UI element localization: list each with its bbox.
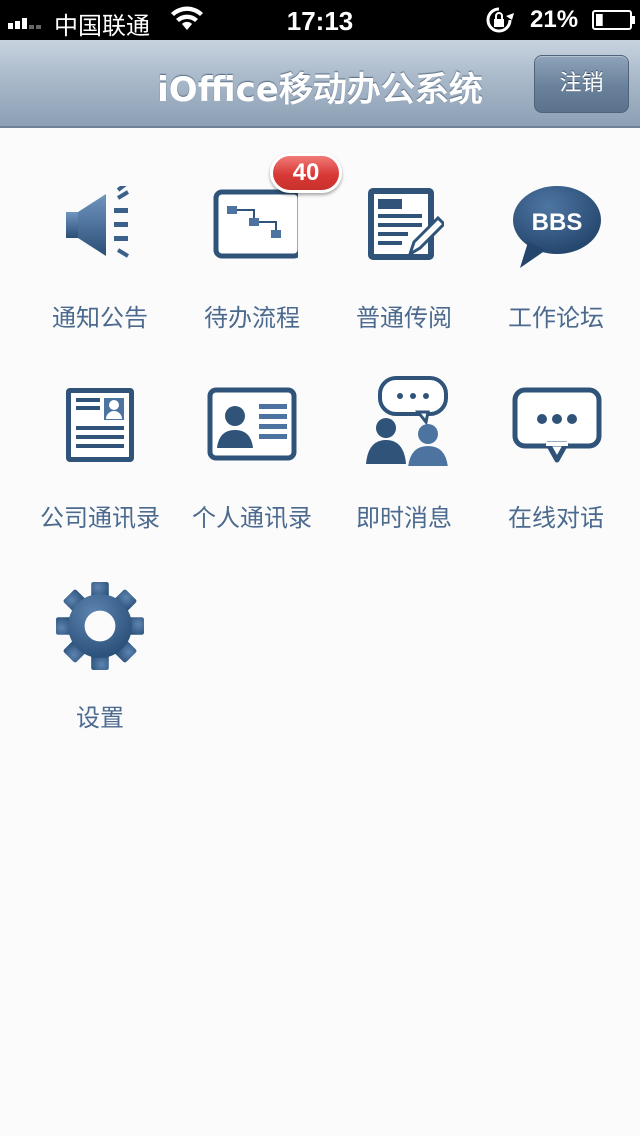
menu-item-settings[interactable]: 设置 bbox=[24, 582, 176, 766]
chat-bubble-icon bbox=[512, 387, 602, 463]
menu-item-online-chat[interactable]: 在线对话 bbox=[480, 386, 632, 566]
menu-item-label: 个人通讯录 bbox=[192, 504, 312, 532]
menu-item-circulation[interactable]: 普通传阅 bbox=[328, 186, 480, 366]
company-contacts-icon bbox=[66, 388, 134, 462]
menu-item-label: 通知公告 bbox=[52, 304, 148, 332]
instant-message-icon bbox=[366, 376, 448, 466]
menu-item-label: 工作论坛 bbox=[508, 304, 604, 332]
menu-item-notices[interactable]: 通知公告 bbox=[24, 186, 176, 366]
pending-count-badge: 40 bbox=[270, 153, 342, 193]
gear-icon bbox=[56, 582, 144, 670]
menu-item-label: 设置 bbox=[76, 704, 124, 732]
navigation-bar: iOffice移动办公系统 注销 bbox=[0, 40, 640, 128]
document-edit-icon bbox=[368, 188, 444, 260]
menu-item-label: 普通传阅 bbox=[356, 304, 452, 332]
menu-item-company-contacts[interactable]: 公司通讯录 bbox=[24, 386, 176, 566]
menu-item-forum[interactable]: BBS 工作论坛 bbox=[480, 186, 632, 366]
battery-percent: 21% bbox=[530, 6, 579, 33]
menu-item-label: 在线对话 bbox=[508, 504, 604, 532]
workflow-icon bbox=[213, 189, 298, 259]
personal-card-icon bbox=[207, 387, 297, 461]
status-bar: 中国联通 17:13 21% bbox=[0, 0, 640, 40]
bbs-text: BBS bbox=[532, 209, 583, 236]
menu-item-personal-contacts[interactable]: 个人通讯录 bbox=[176, 386, 328, 566]
menu-item-label: 即时消息 bbox=[356, 504, 452, 532]
menu-item-label: 公司通讯录 bbox=[40, 504, 160, 532]
logout-button[interactable]: 注销 bbox=[534, 55, 629, 113]
menu-item-pending-workflow[interactable]: 待办流程 bbox=[176, 186, 328, 366]
rotation-lock-icon bbox=[486, 7, 514, 33]
speaker-icon bbox=[66, 186, 130, 258]
battery-icon bbox=[592, 10, 635, 30]
menu-item-label: 待办流程 bbox=[204, 304, 300, 332]
bbs-bubble-icon: BBS bbox=[513, 186, 601, 268]
menu-item-instant-message[interactable]: 即时消息 bbox=[328, 376, 480, 566]
